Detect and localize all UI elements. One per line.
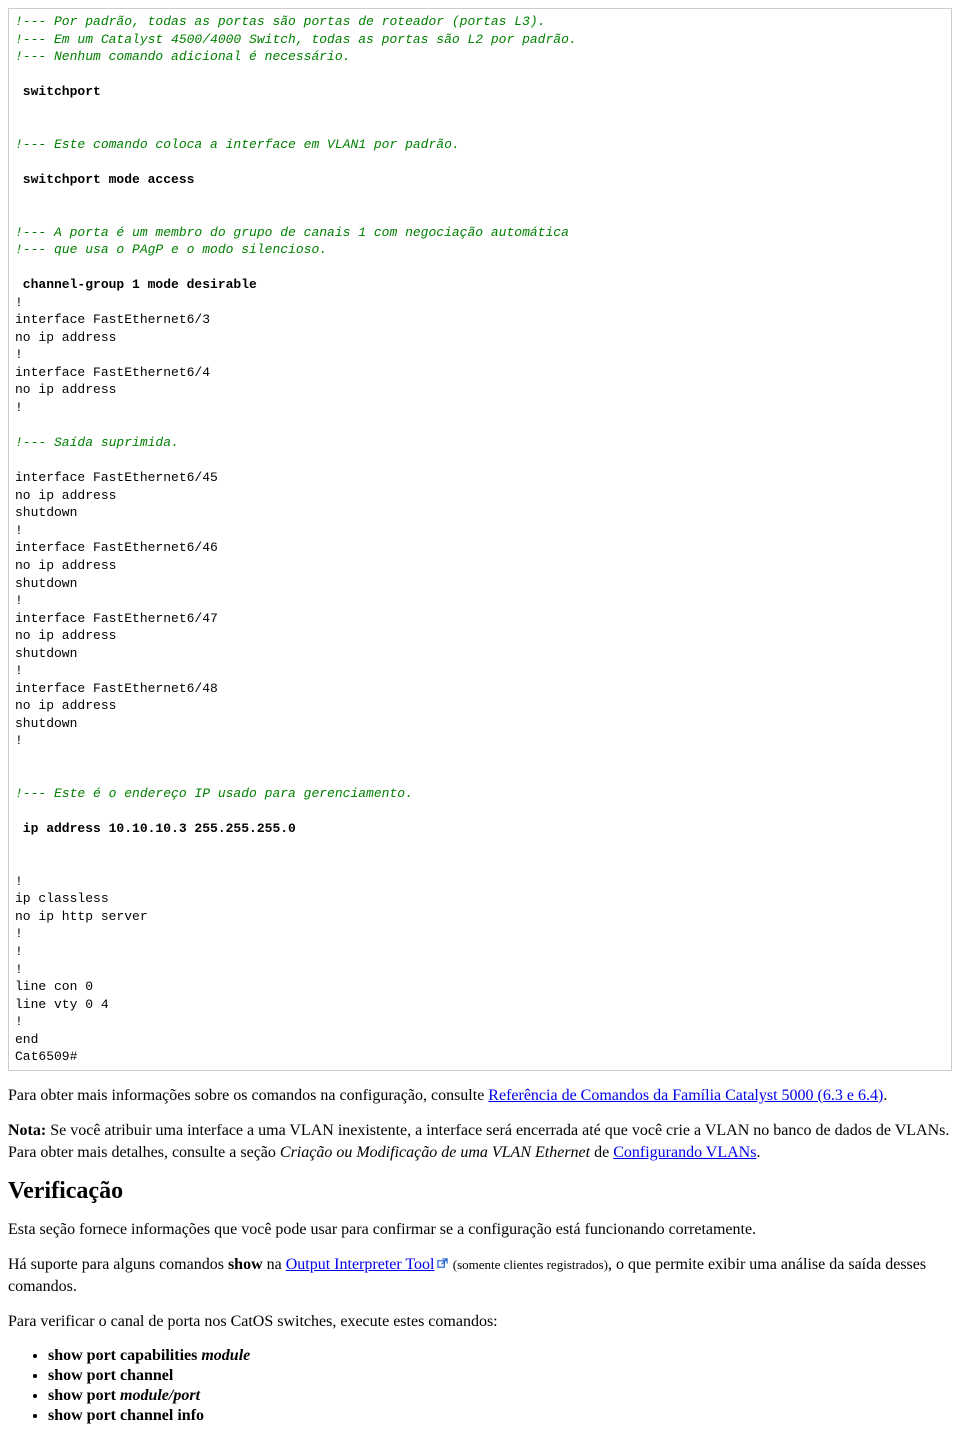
text-small: (somente clientes registrados)	[450, 1257, 608, 1272]
code-comment: !--- Nenhum comando adicional é necessár…	[15, 49, 350, 64]
paragraph-nota: Nota: Se você atribuir uma interface a u…	[8, 1120, 952, 1163]
code-line: !	[15, 593, 23, 608]
emphasis: Criação ou Modificação de uma VLAN Ether…	[280, 1144, 590, 1161]
code-line: no ip address	[15, 698, 116, 713]
code-command: ip address 10.10.10.3 255.255.255.0	[15, 821, 296, 836]
code-line: no ip address	[15, 628, 116, 643]
command-arg: module	[201, 1347, 250, 1364]
text: na	[263, 1256, 286, 1273]
paragraph-verificacao-intro: Esta seção fornece informações que você …	[8, 1219, 952, 1241]
code-line: no ip http server	[15, 909, 148, 924]
code-line: !	[15, 926, 23, 941]
paragraph-output-interpreter: Há suporte para alguns comandos show na …	[8, 1254, 952, 1297]
command-arg: module/port	[120, 1387, 200, 1404]
code-line: !	[15, 874, 23, 889]
code-comment: !--- Em um Catalyst 4500/4000 Switch, to…	[15, 32, 577, 47]
command-name: show port channel info	[48, 1407, 204, 1424]
list-item: show port module/port	[48, 1387, 952, 1405]
command-name: show port channel	[48, 1367, 173, 1384]
command-list: show port capabilities module show port …	[8, 1347, 952, 1425]
code-line: interface FastEthernet6/45	[15, 470, 218, 485]
code-line: line vty 0 4	[15, 997, 109, 1012]
list-item: show port capabilities module	[48, 1347, 952, 1365]
code-command: switchport mode access	[15, 172, 194, 187]
code-line: !	[15, 295, 23, 310]
heading-verificacao: Verificação	[8, 1178, 952, 1205]
text: Há suporte para alguns comandos	[8, 1256, 228, 1273]
code-line: Cat6509#	[15, 1049, 77, 1064]
code-line: interface FastEthernet6/48	[15, 681, 218, 696]
code-line: no ip address	[15, 558, 116, 573]
text: de	[590, 1144, 613, 1161]
list-item: show port channel info	[48, 1407, 952, 1425]
code-line: !	[15, 1014, 23, 1029]
code-comment: !--- que usa o PAgP e o modo silencioso.	[15, 242, 327, 257]
code-line: shutdown	[15, 505, 77, 520]
config-code-block: !--- Por padrão, todas as portas são por…	[8, 8, 952, 1071]
code-line: !	[15, 400, 23, 415]
code-comment: !--- Por padrão, todas as portas são por…	[15, 14, 546, 29]
code-comment: !--- A porta é um membro do grupo de can…	[15, 225, 569, 240]
code-line: shutdown	[15, 646, 77, 661]
code-comment: !--- Este é o endereço IP usado para ger…	[15, 786, 413, 801]
code-line: shutdown	[15, 576, 77, 591]
code-line: interface FastEthernet6/3	[15, 312, 210, 327]
code-line: interface FastEthernet6/4	[15, 365, 210, 380]
text: .	[883, 1087, 887, 1104]
code-line: shutdown	[15, 716, 77, 731]
code-line: ip classless	[15, 891, 109, 906]
code-line: no ip address	[15, 382, 116, 397]
code-line: interface FastEthernet6/46	[15, 540, 218, 555]
link-configurando-vlans[interactable]: Configurando VLANs	[613, 1144, 756, 1161]
code-line: no ip address	[15, 330, 116, 345]
command-name: show port capabilities	[48, 1347, 201, 1364]
text: Para obter mais informações sobre os com…	[8, 1087, 488, 1104]
code-line: !	[15, 523, 23, 538]
code-comment: !--- Saída suprimida.	[15, 435, 179, 450]
code-comment: !--- Este comando coloca a interface em …	[15, 137, 460, 152]
code-command: channel-group 1 mode desirable	[15, 277, 257, 292]
code-line: !	[15, 663, 23, 678]
list-item: show port channel	[48, 1367, 952, 1385]
paragraph-command-reference: Para obter mais informações sobre os com…	[8, 1085, 952, 1107]
code-line: interface FastEthernet6/47	[15, 611, 218, 626]
paragraph-catos-commands: Para verificar o canal de porta nos CatO…	[8, 1311, 952, 1333]
code-line: !	[15, 944, 23, 959]
external-link-icon	[437, 1258, 448, 1269]
command-name: show port	[48, 1387, 120, 1404]
text: .	[756, 1144, 760, 1161]
link-command-reference[interactable]: Referência de Comandos da Família Cataly…	[488, 1087, 883, 1104]
nota-label: Nota:	[8, 1122, 46, 1139]
code-line: !	[15, 962, 23, 977]
code-line: no ip address	[15, 488, 116, 503]
code-line: !	[15, 347, 23, 362]
code-line: line con 0	[15, 979, 93, 994]
code-command: switchport	[15, 84, 101, 99]
link-output-interpreter-tool[interactable]: Output Interpreter Tool	[286, 1256, 435, 1273]
code-line: !	[15, 733, 23, 748]
code-line: end	[15, 1032, 38, 1047]
bold-show: show	[228, 1256, 263, 1273]
